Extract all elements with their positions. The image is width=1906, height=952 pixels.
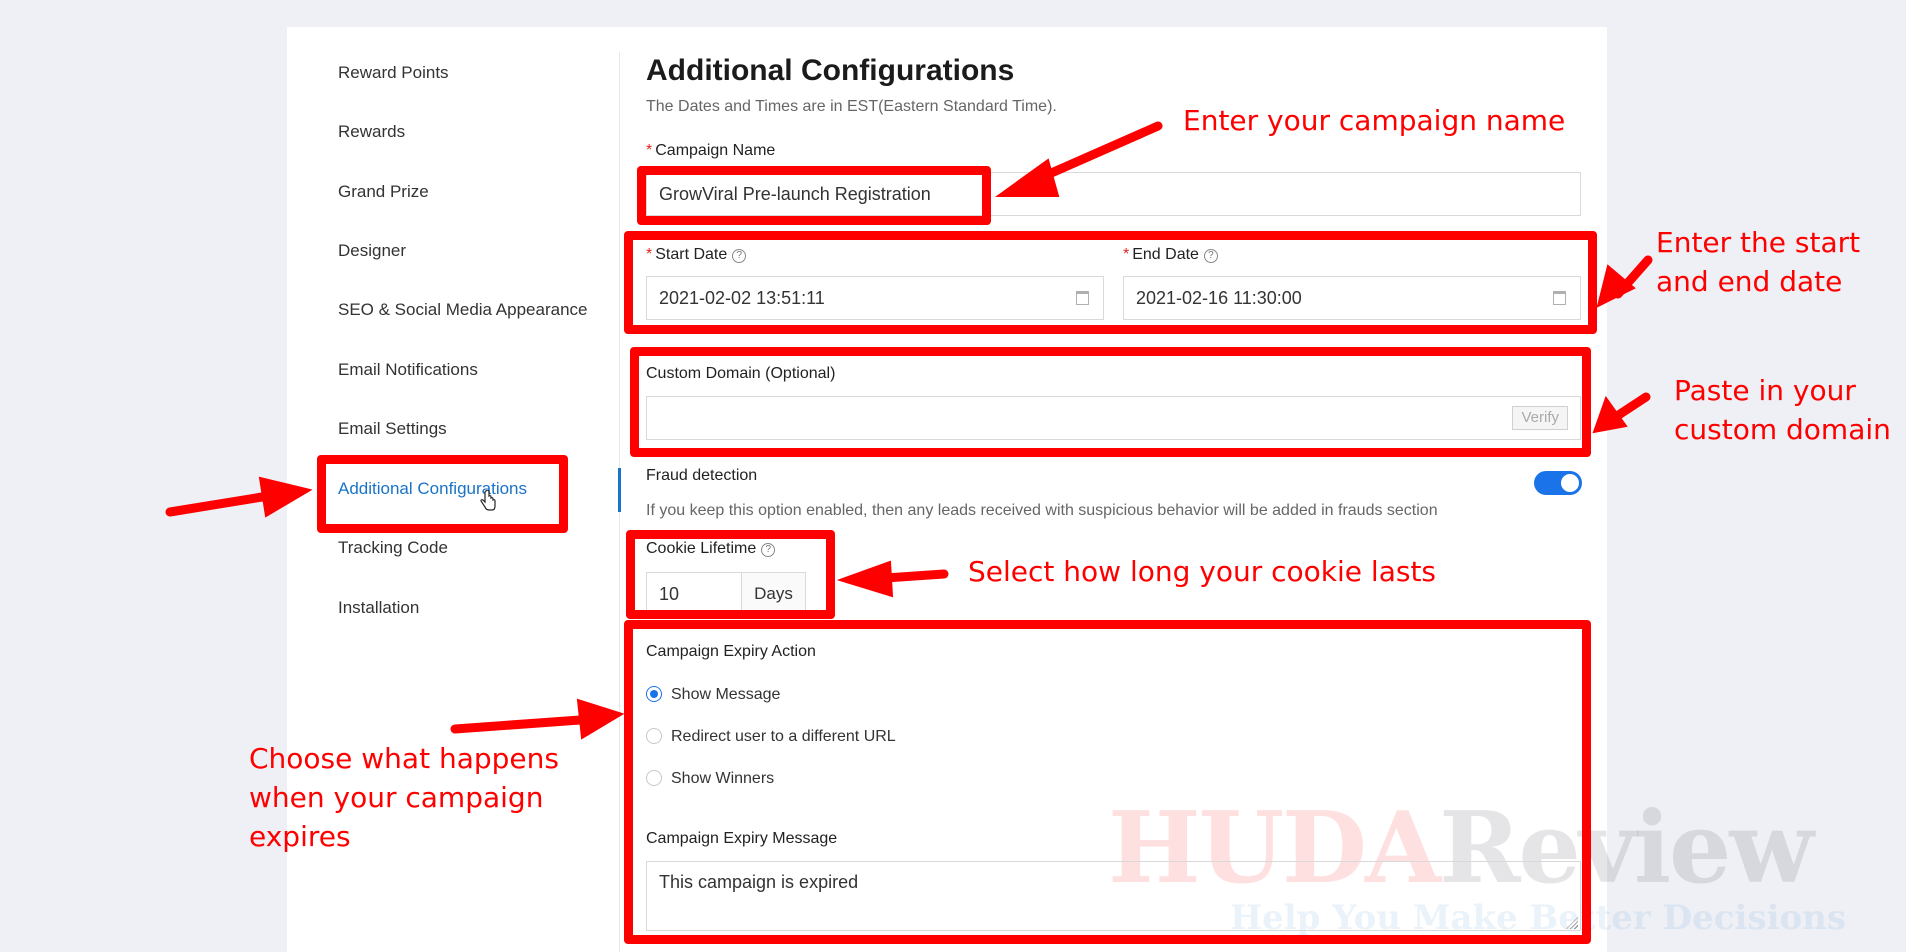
arrow-dates xyxy=(1613,255,1653,299)
annotation-dates-1: Enter the start xyxy=(1656,226,1861,259)
help-icon[interactable]: ? xyxy=(1203,249,1218,263)
annotation-domain-2: custom domain xyxy=(1674,413,1891,446)
campaign-name-input[interactable]: GrowViral Pre-launch Registration xyxy=(646,172,1581,216)
help-icon[interactable]: ? xyxy=(761,543,776,557)
fraud-detection-toggle[interactable] xyxy=(1534,471,1582,495)
calendar-icon[interactable] xyxy=(1553,291,1566,305)
annotation-expiry-2: when your campaign xyxy=(249,781,544,814)
expiry-action-label: Campaign Expiry Action xyxy=(646,643,816,660)
cookie-lifetime-label: Cookie Lifetime? xyxy=(646,540,776,558)
radio-redirect-url[interactable]: Redirect user to a different URL xyxy=(646,728,896,746)
sidebar-item-designer[interactable]: Designer xyxy=(338,241,406,261)
start-date-input[interactable]: 2021-02-02 13:51:11 xyxy=(646,276,1104,320)
annotation-expiry-3: expires xyxy=(249,820,351,853)
annotation-cookie: Select how long your cookie lasts xyxy=(968,555,1437,588)
page-title: Additional Configurations xyxy=(646,54,1015,87)
sidebar-item-rewards[interactable]: Rewards xyxy=(338,122,405,142)
annotation-expiry-1: Choose what happens xyxy=(249,742,559,775)
radio-unchecked-icon[interactable] xyxy=(646,770,662,786)
annotation-dates-2: and end date xyxy=(1656,265,1843,298)
arrow-sidebar xyxy=(165,492,267,517)
end-date-input[interactable]: 2021-02-16 11:30:00 xyxy=(1123,276,1581,320)
verify-button[interactable]: Verify xyxy=(1512,406,1568,430)
sidebar-item-email-settings[interactable]: Email Settings xyxy=(338,419,447,439)
cookie-lifetime-input[interactable]: 10 xyxy=(646,572,742,616)
annotation-domain-1: Paste in your xyxy=(1674,374,1856,407)
sidebar-item-tracking-code[interactable]: Tracking Code xyxy=(338,538,448,558)
sidebar-item-seo-social[interactable]: SEO & Social Media Appearance xyxy=(338,300,587,320)
sidebar-item-grand-prize[interactable]: Grand Prize xyxy=(338,182,429,202)
arrow-domain xyxy=(1609,392,1651,423)
annotation-campaign-name: Enter your campaign name xyxy=(1183,104,1566,137)
active-indicator xyxy=(618,468,621,512)
timezone-note: The Dates and Times are in EST(Eastern S… xyxy=(646,98,1057,115)
sidebar-item-additional-configurations[interactable]: Additional Configurations xyxy=(338,479,527,499)
expiry-message-label: Campaign Expiry Message xyxy=(646,830,838,847)
radio-checked-icon[interactable] xyxy=(646,686,662,702)
sidebar-item-reward-points[interactable]: Reward Points xyxy=(338,63,449,83)
start-date-label: * Start Date? xyxy=(646,246,747,264)
hand-cursor-icon xyxy=(480,490,496,511)
cookie-unit-addon: Days xyxy=(741,572,806,616)
fraud-detection-label: Fraud detection xyxy=(646,467,758,484)
end-date-label: * End Date? xyxy=(1123,246,1218,264)
expiry-message-textarea[interactable]: This campaign is expired xyxy=(646,861,1581,931)
radio-unchecked-icon[interactable] xyxy=(646,728,662,744)
calendar-icon[interactable] xyxy=(1076,291,1089,305)
help-icon[interactable]: ? xyxy=(732,249,747,263)
sidebar-item-installation[interactable]: Installation xyxy=(338,598,419,618)
radio-show-winners[interactable]: Show Winners xyxy=(646,770,774,788)
custom-domain-input[interactable]: Verify xyxy=(646,396,1581,440)
sidebar-item-email-notifications[interactable]: Email Notifications xyxy=(338,360,478,380)
campaign-name-label: * Campaign Name xyxy=(646,142,776,159)
custom-domain-label: Custom Domain (Optional) xyxy=(646,365,836,382)
radio-show-message[interactable]: Show Message xyxy=(646,686,780,704)
fraud-detection-hint: If you keep this option enabled, then an… xyxy=(646,502,1438,519)
